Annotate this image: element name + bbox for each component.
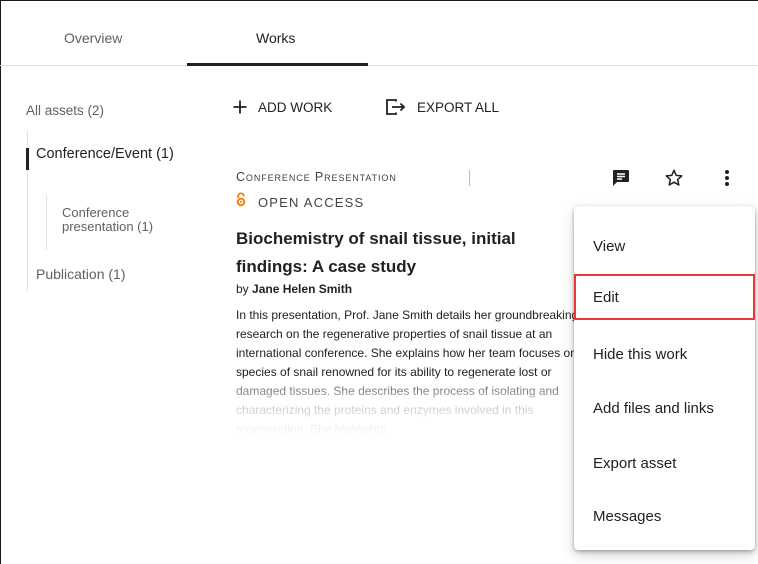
work-title[interactable]: Biochemistry of snail tissue, initial fi…: [236, 225, 556, 281]
open-access-badge: OPEN ACCESS: [236, 192, 364, 212]
filter-publication[interactable]: Publication (1): [36, 266, 126, 282]
add-work-button[interactable]: ADD WORK: [232, 96, 332, 118]
menu-item-export-asset[interactable]: Export asset: [574, 439, 755, 487]
tab-works[interactable]: Works: [256, 30, 295, 46]
menu-item-messages[interactable]: Messages: [574, 492, 755, 540]
menu-item-hide[interactable]: Hide this work: [574, 330, 755, 378]
add-work-label: ADD WORK: [258, 99, 333, 115]
menu-item-view[interactable]: View: [574, 222, 755, 270]
work-type: Conference Presentation: [236, 170, 397, 184]
export-icon: [385, 98, 407, 116]
open-access-icon: [236, 192, 246, 212]
export-all-button[interactable]: EXPORT ALL: [385, 96, 499, 118]
menu-item-add-files[interactable]: Add files and links: [574, 384, 755, 432]
author-prefix: by: [236, 282, 249, 296]
favorite-button[interactable]: [662, 168, 686, 192]
filter-conference-event[interactable]: Conference/Event (1): [36, 146, 216, 162]
open-access-label: OPEN ACCESS: [258, 194, 365, 210]
active-tab-indicator: [187, 63, 368, 66]
comment-button[interactable]: [609, 168, 633, 192]
star-outline-icon: [664, 168, 684, 193]
tab-overview[interactable]: Overview: [64, 30, 122, 46]
comment-icon: [611, 168, 631, 193]
description-fade: [236, 377, 576, 455]
type-divider: [469, 170, 470, 186]
work-card[interactable]: Conference Presentation OPEN ACCESS Bioc…: [236, 165, 576, 455]
filter-conference-presentation[interactable]: Conference presentation (1): [62, 206, 202, 234]
work-author-line: by Jane Helen Smith: [236, 282, 352, 296]
work-actions-menu: View Edit Hide this work Add files and l…: [574, 206, 755, 550]
active-filter-indicator: [26, 148, 29, 170]
more-vert-icon: [724, 168, 730, 193]
subfilter-rail: [46, 195, 47, 250]
tab-bar: Overview Works: [0, 0, 758, 66]
more-options-button[interactable]: [715, 168, 739, 192]
menu-item-edit[interactable]: Edit: [574, 274, 755, 320]
add-icon: [232, 99, 248, 115]
filter-all-assets[interactable]: All assets (2): [26, 103, 104, 118]
work-author[interactable]: Jane Helen Smith: [252, 282, 352, 296]
export-all-label: EXPORT ALL: [417, 99, 500, 115]
